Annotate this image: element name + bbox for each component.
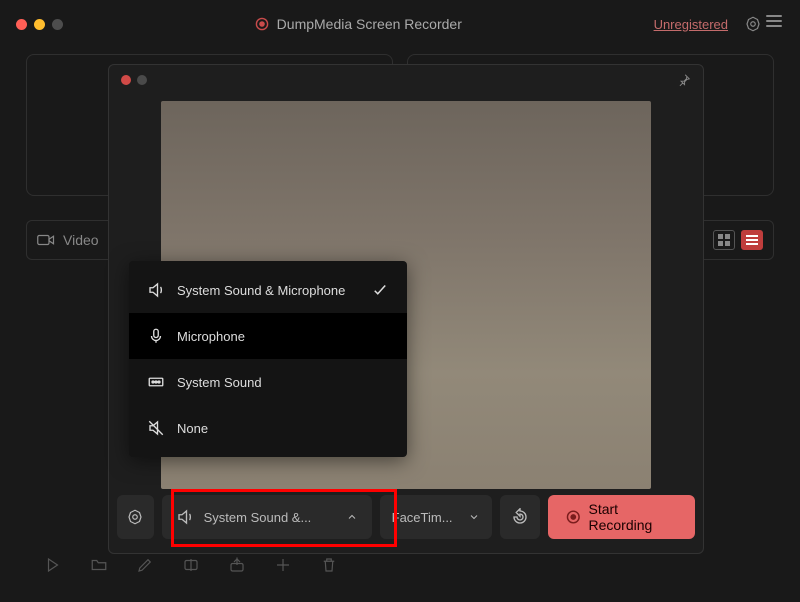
view-toggle: [713, 230, 763, 250]
speaker-icon: [147, 281, 165, 299]
audio-option-microphone[interactable]: Microphone: [129, 313, 407, 359]
audio-source-menu: System Sound & Microphone Microphone Sys…: [129, 261, 407, 457]
grid-view-button[interactable]: [713, 230, 735, 250]
refresh-icon: [511, 508, 529, 526]
menu-item-label: System Sound: [177, 375, 262, 390]
microphone-icon: [147, 327, 165, 345]
camera-selector-label: FaceTim...: [392, 510, 453, 525]
audio-option-none[interactable]: None: [129, 405, 407, 451]
gear-icon: [126, 508, 144, 526]
record-icon: [566, 509, 581, 525]
speaker-icon: [176, 508, 194, 526]
check-icon: [371, 281, 389, 299]
app-title-text: DumpMedia Screen Recorder: [277, 16, 462, 32]
play-icon[interactable]: [44, 556, 62, 574]
menu-item-label: None: [177, 421, 208, 436]
camera-icon: [37, 233, 55, 247]
edit-icon[interactable]: [136, 556, 154, 574]
reset-button[interactable]: [500, 495, 540, 539]
audio-source-selector[interactable]: System Sound &...: [162, 495, 372, 539]
maximize-window-button[interactable]: [52, 19, 63, 30]
camera-source-selector[interactable]: FaceTim...: [380, 495, 492, 539]
start-recording-button[interactable]: Start Recording: [548, 495, 695, 539]
control-bar: System Sound &... FaceTim... Start Recor…: [117, 491, 695, 543]
list-view-button[interactable]: [741, 230, 763, 250]
chevron-down-icon: [468, 511, 480, 523]
output-bar-label: Video: [63, 232, 99, 248]
system-sound-icon: [147, 373, 165, 391]
trash-icon[interactable]: [320, 556, 338, 574]
add-icon[interactable]: [274, 556, 292, 574]
folder-icon[interactable]: [90, 556, 108, 574]
start-recording-label: Start Recording: [588, 501, 677, 533]
rename-icon[interactable]: [182, 556, 200, 574]
audio-option-system-and-mic[interactable]: System Sound & Microphone: [129, 267, 407, 313]
window-controls: [16, 19, 63, 30]
app-title: DumpMedia Screen Recorder: [63, 16, 654, 32]
minimize-window-button[interactable]: [34, 19, 45, 30]
export-icon[interactable]: [228, 556, 246, 574]
bottom-toolbar: [44, 556, 338, 574]
close-window-button[interactable]: [16, 19, 27, 30]
mute-icon: [147, 419, 165, 437]
panel-minimize-button[interactable]: [137, 75, 147, 85]
panel-titlebar: [109, 65, 703, 95]
menu-item-label: Microphone: [177, 329, 245, 344]
panel-close-button[interactable]: [121, 75, 131, 85]
app-titlebar: DumpMedia Screen Recorder Unregistered: [0, 0, 800, 48]
audio-option-system[interactable]: System Sound: [129, 359, 407, 405]
panel-settings-button[interactable]: [117, 495, 154, 539]
audio-selector-label: System Sound &...: [204, 510, 312, 525]
chevron-up-icon: [346, 511, 358, 523]
record-logo-icon: [255, 17, 269, 31]
menu-icon[interactable]: [766, 15, 784, 33]
registration-status-link[interactable]: Unregistered: [654, 17, 728, 32]
pin-icon[interactable]: [677, 73, 691, 87]
menu-item-label: System Sound & Microphone: [177, 283, 345, 298]
settings-icon[interactable]: [744, 15, 762, 33]
recorder-panel: System Sound & Microphone Microphone Sys…: [108, 64, 704, 554]
